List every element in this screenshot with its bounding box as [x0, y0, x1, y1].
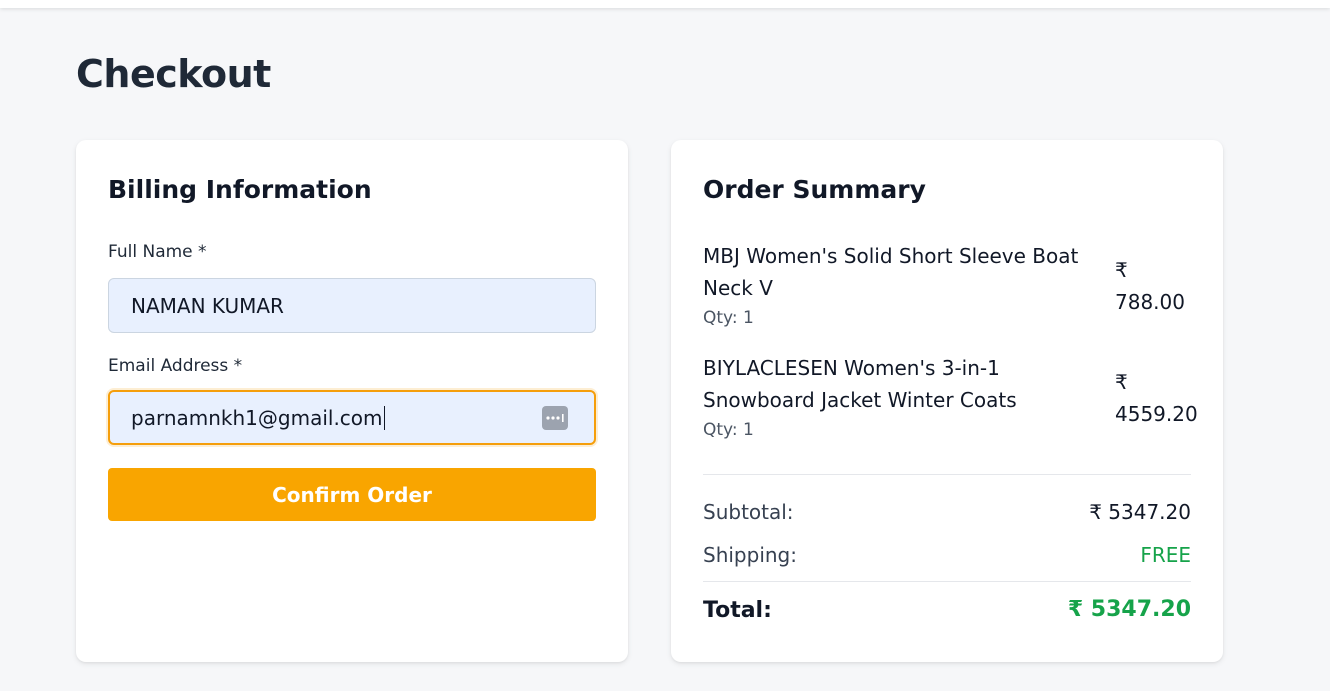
billing-card: Billing Information Full Name * NAMAN KU… — [76, 140, 628, 662]
email-label: Email Address * — [108, 356, 243, 376]
shipping-label: Shipping: — [703, 543, 797, 567]
text-caret — [383, 405, 385, 430]
item-qty: Qty: 1 — [703, 420, 754, 440]
full-name-input[interactable]: NAMAN KUMAR — [108, 278, 596, 333]
item-name: MBJ Women's Solid Short Sleeve Boat Neck… — [703, 244, 1079, 300]
subtotal-value: ₹ 5347.20 — [1089, 500, 1191, 524]
top-nav-bar — [0, 0, 1330, 8]
order-summary-title: Order Summary — [703, 175, 926, 204]
item-qty: Qty: 1 — [703, 308, 754, 328]
shipping-value: FREE — [1140, 543, 1191, 567]
subtotal-label: Subtotal: — [703, 500, 794, 524]
email-value: parnamnkh1@gmail.com — [131, 405, 383, 430]
total-value: ₹ 5347.20 — [1067, 597, 1191, 622]
item-price: ₹ 788.00 — [1115, 258, 1185, 314]
item-price: ₹ 4559.20 — [1115, 370, 1198, 426]
email-input[interactable]: parnamnkh1@gmail.com — [108, 390, 596, 445]
billing-title: Billing Information — [108, 175, 372, 204]
page-title: Checkout — [76, 52, 271, 96]
password-manager-icon[interactable] — [542, 406, 568, 430]
full-name-value: NAMAN KUMAR — [131, 293, 284, 318]
divider — [703, 474, 1191, 475]
total-label: Total: — [703, 598, 772, 623]
order-summary-card: Order Summary MBJ Women's Solid Short Sl… — [671, 140, 1223, 662]
divider — [703, 581, 1191, 582]
full-name-label: Full Name * — [108, 242, 207, 262]
item-name: BIYLACLESEN Women's 3-in-1 Snowboard Jac… — [703, 356, 1017, 412]
confirm-order-button[interactable]: Confirm Order — [108, 468, 596, 521]
